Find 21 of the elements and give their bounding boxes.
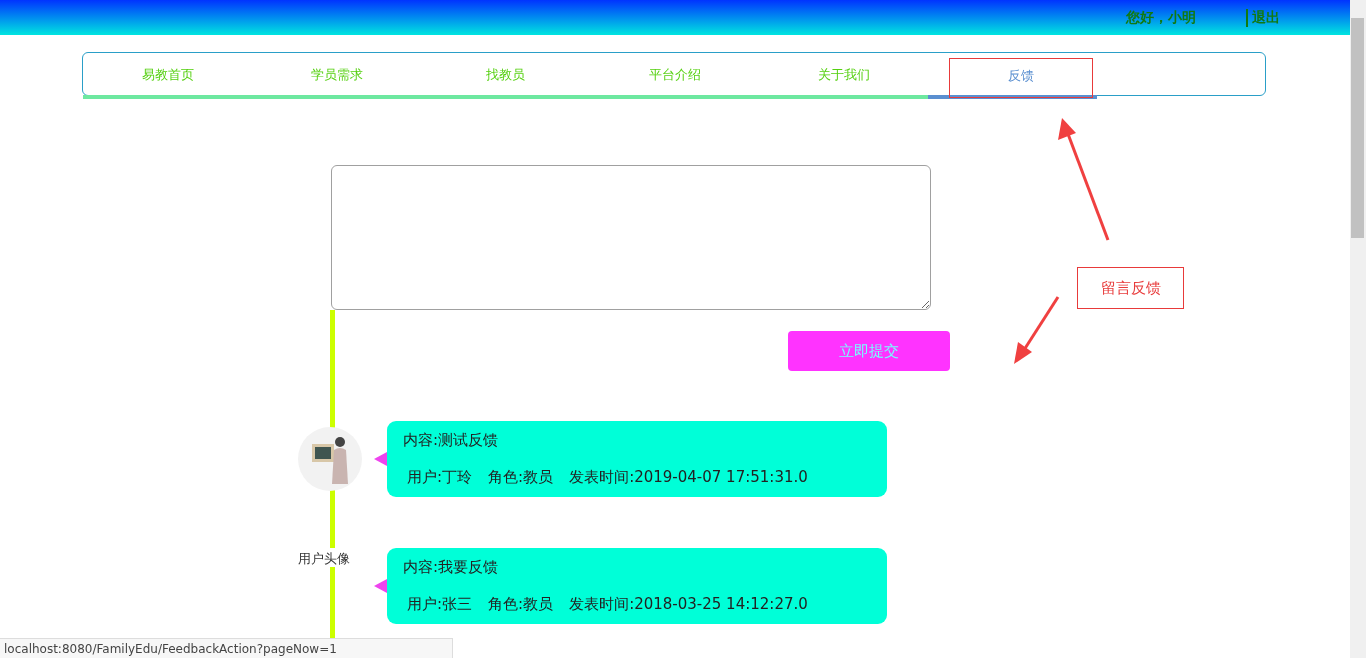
feedback-user: 用户:张三	[407, 595, 473, 614]
nav-tab[interactable]: 找教员	[421, 52, 590, 99]
scrollbar[interactable]	[1350, 0, 1366, 658]
annotation-arrow	[1014, 296, 1060, 364]
feedback-input[interactable]	[331, 165, 931, 310]
feedback-content: 内容:我要反馈	[403, 558, 500, 577]
feedback-role: 角色:教员	[488, 595, 554, 614]
status-bar-url: localhost:8080/FamilyEdu/FeedbackAction?pageNow=1	[0, 638, 453, 658]
nav-tab[interactable]: 学员需求	[252, 52, 421, 99]
annotation-label: 留言反馈	[1077, 267, 1184, 309]
feedback-user: 用户:丁玲	[407, 468, 473, 487]
nav-tab[interactable]: 平台介绍	[590, 52, 759, 99]
feedback-time: 发表时间:2018-03-25 14:12:27.0	[569, 595, 808, 614]
nav-tab[interactable]: 关于我们	[759, 52, 928, 99]
logout-link[interactable]: 退出	[1246, 8, 1280, 27]
feedback-time: 发表时间:2019-04-07 17:51:31.0	[569, 468, 808, 487]
greeting-text: 您好，小明	[1126, 8, 1196, 27]
feedback-role: 角色:教员	[488, 468, 554, 487]
feedback-content: 内容:测试反馈	[403, 431, 500, 450]
submit-button[interactable]: 立即提交	[788, 331, 950, 371]
nav-tab[interactable]: 易教首页	[83, 52, 252, 99]
